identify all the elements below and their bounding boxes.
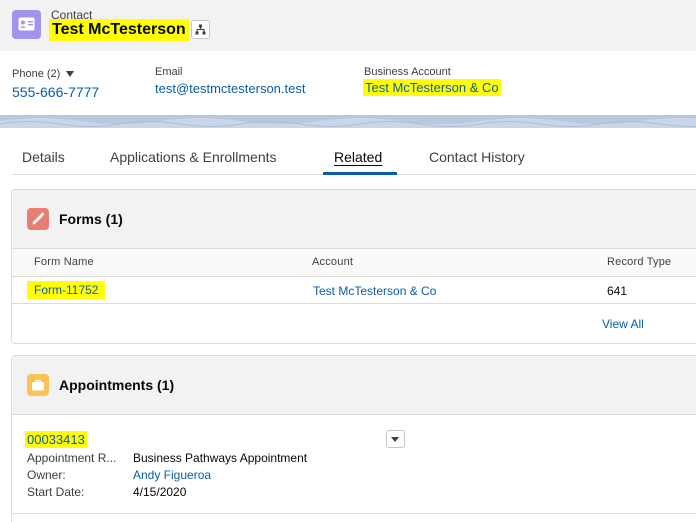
forms-table-header: Form Name Account Record Type: [12, 249, 696, 277]
view-all-link[interactable]: View All: [602, 317, 644, 331]
active-tab-indicator: [323, 172, 397, 175]
chevron-down-icon: [391, 437, 399, 442]
phone-dropdown-caret-icon[interactable]: [66, 71, 74, 77]
record-tabs: Details Applications & Enrollments Relat…: [12, 128, 696, 175]
appointments-card-title[interactable]: Appointments (1): [59, 377, 174, 393]
tab-applications-enrollments[interactable]: Applications & Enrollments: [110, 149, 277, 165]
business-account-link[interactable]: Test McTesterson & Co: [363, 79, 501, 96]
form-account-link[interactable]: Test McTesterson & Co: [313, 284, 436, 298]
field-label-start-date: Start Date:: [27, 485, 85, 499]
record-title: Test McTesterson: [49, 19, 189, 41]
owner-link[interactable]: Andy Figueroa: [133, 468, 211, 482]
business-account-label: Business Account: [364, 66, 451, 78]
forms-related-list: Forms (1) Form Name Account Record Type …: [11, 189, 696, 344]
tab-contact-history[interactable]: Contact History: [429, 149, 525, 165]
field-value-appointment-record-type: Business Pathways Appointment: [133, 451, 308, 465]
briefcase-icon: [27, 374, 49, 396]
email-link[interactable]: test@testmctesterson.test: [155, 81, 305, 96]
hierarchy-icon: [195, 24, 206, 35]
table-row: Form-11752 Test McTesterson & Co 641: [12, 277, 696, 304]
divider: [12, 513, 696, 514]
header-wave-decoration: [0, 115, 696, 128]
column-header-form-name[interactable]: Form Name: [34, 256, 94, 268]
appointments-related-list: Appointments (1) 00033413 Appointment R.…: [11, 355, 696, 522]
tab-related[interactable]: Related: [334, 149, 382, 165]
appointment-record-link[interactable]: 00033413: [25, 431, 87, 448]
field-value-start-date: 4/15/2020: [133, 485, 187, 499]
highlights-panel: Phone (2) 555-666-7777 Email test@testmc…: [0, 51, 696, 115]
email-label: Email: [155, 66, 183, 78]
row-actions-button[interactable]: [386, 430, 405, 448]
contact-card-icon: [12, 10, 41, 39]
edit-pencil-icon: [27, 208, 49, 230]
form-name-link[interactable]: Form-11752: [27, 281, 106, 299]
field-label-appointment-record-type: Appointment R...: [27, 451, 117, 465]
column-header-account[interactable]: Account: [312, 256, 353, 268]
phone-link[interactable]: 555-666-7777: [12, 84, 99, 100]
field-label-owner: Owner:: [27, 468, 66, 482]
column-header-record-type[interactable]: Record Type: [607, 256, 671, 268]
forms-card-header: Forms (1): [12, 190, 696, 249]
tab-details[interactable]: Details: [22, 149, 65, 165]
phone-label: Phone (2): [12, 68, 61, 80]
form-record-type: 641: [607, 284, 628, 298]
forms-card-title[interactable]: Forms (1): [59, 211, 123, 227]
view-hierarchy-button[interactable]: [191, 20, 210, 39]
appointments-card-header: Appointments (1): [12, 356, 696, 415]
record-header: Contact Test McTesterson: [0, 0, 696, 51]
